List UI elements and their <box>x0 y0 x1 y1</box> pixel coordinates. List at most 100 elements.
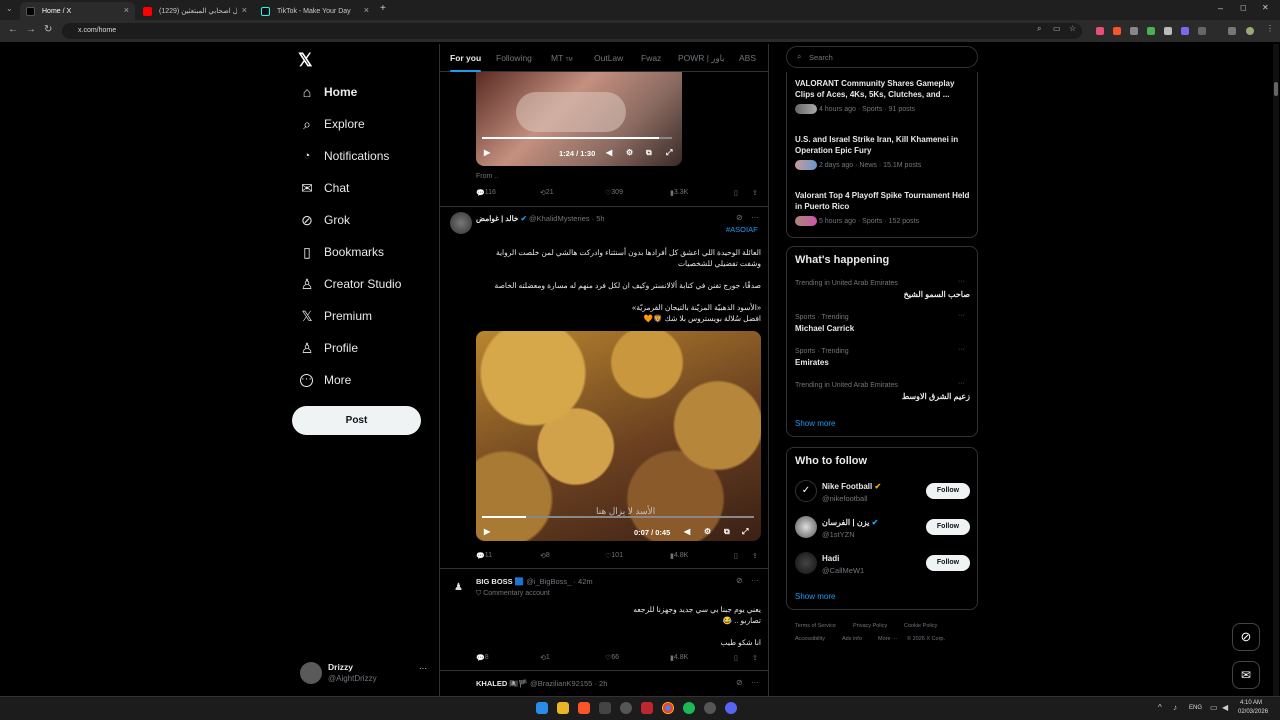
sidebar-icon[interactable] <box>1228 27 1236 35</box>
extension-icon[interactable] <box>1181 27 1189 35</box>
views-button[interactable]: ▮ 3.3K <box>670 189 688 197</box>
repost-button[interactable]: ⟲ 8 <box>540 552 550 560</box>
zoom-icon[interactable]: ⌕ <box>1037 24 1041 34</box>
video-player[interactable]: ▶ 1:24 / 1:30 ◀ ⚙ ⧉ ⤢ <box>476 72 682 166</box>
close-tab-icon[interactable]: × <box>242 5 247 15</box>
clock-time[interactable]: 4:10 AM <box>1240 700 1262 706</box>
show-more-link[interactable]: Show more <box>795 592 835 601</box>
news-title[interactable]: Valorant Top 4 Playoff Spike Tournament … <box>795 190 970 212</box>
trend-name[interactable]: Emirates <box>795 358 829 367</box>
tab-powr[interactable]: POWR | باور <box>678 53 725 64</box>
settings-icon[interactable]: ⚙ <box>626 148 633 157</box>
tab-list-icon[interactable]: ⌄ <box>6 4 13 13</box>
network-icon[interactable]: ▭ <box>1210 703 1218 712</box>
grok-float-icon[interactable]: ⊘ <box>1232 623 1260 651</box>
follow-name[interactable]: Hadi <box>822 554 839 563</box>
account-switcher[interactable]: Drizzy @AightDrizzy ··· <box>296 658 436 688</box>
brave-icon[interactable] <box>578 702 590 714</box>
avatar[interactable] <box>795 552 817 574</box>
messages-float-icon[interactable]: ✉ <box>1232 661 1260 689</box>
app-icon[interactable] <box>620 702 632 714</box>
spotify-icon[interactable] <box>683 702 695 714</box>
more-icon[interactable]: ··· <box>958 346 965 353</box>
tweet-author[interactable]: خالد | غوامض ✔ @KhalidMysteries · 5h <box>476 214 605 223</box>
cast-icon[interactable]: ▭ <box>1053 24 1061 33</box>
discord-icon[interactable] <box>725 702 737 714</box>
tab-fwaz[interactable]: Fwaz <box>641 53 661 63</box>
video-progress-track[interactable] <box>482 516 754 518</box>
volume-icon[interactable]: ◀ <box>1222 703 1228 712</box>
more-icon[interactable]: ··· <box>958 312 965 319</box>
pip-icon[interactable]: ⧉ <box>724 527 730 537</box>
scrollbar-thumb[interactable] <box>1274 82 1278 96</box>
share-icon[interactable]: ⇪ <box>752 654 758 662</box>
reply-button[interactable]: 💬 11 <box>476 552 492 560</box>
volume-icon[interactable]: ◀ <box>684 527 690 536</box>
tab-youtube[interactable]: قنابل اصحابي المبتعثين (1229) .. × <box>137 2 253 20</box>
settings-icon[interactable]: ⚙ <box>704 527 711 536</box>
news-title[interactable]: U.S. and Israel Strike Iran, Kill Khamen… <box>795 134 970 156</box>
like-button[interactable]: ♡ 66 <box>605 654 619 662</box>
follow-button[interactable]: Follow <box>926 519 970 535</box>
forward-icon[interactable]: → <box>26 24 36 35</box>
grok-icon[interactable]: ⊘ <box>736 213 743 222</box>
footer-link[interactable]: Privacy Policy <box>853 623 887 629</box>
extension-icon[interactable] <box>1096 27 1104 35</box>
nav-chat[interactable]: ✉ Chat <box>298 176 349 200</box>
share-icon[interactable]: ⇪ <box>752 552 758 560</box>
nav-profile[interactable]: ♙ Profile <box>298 336 358 360</box>
show-more-link[interactable]: Show more <box>795 419 835 428</box>
tray-chevron-icon[interactable]: ^ <box>1158 703 1162 712</box>
avatar[interactable] <box>795 516 817 538</box>
post-button[interactable]: Post <box>292 406 421 435</box>
trend-name[interactable]: صاحب السمو الشيخ <box>795 290 970 299</box>
follow-button[interactable]: Follow <box>926 483 970 499</box>
extension-icon[interactable] <box>1164 27 1172 35</box>
brave-shield-icon[interactable] <box>1113 27 1121 35</box>
hashtag-link[interactable]: #ASOIAF <box>726 225 758 234</box>
more-icon[interactable]: ··· <box>958 380 965 387</box>
volume-icon[interactable]: ◀ <box>606 148 612 157</box>
like-button[interactable]: ♡ 101 <box>605 552 623 560</box>
views-button[interactable]: ▮ 4.8K <box>670 552 688 560</box>
search-input[interactable]: ⌕ Search <box>786 46 978 68</box>
close-tab-icon[interactable]: × <box>124 5 129 15</box>
more-icon[interactable]: ··· <box>751 576 759 585</box>
reload-icon[interactable]: ↻ <box>44 24 52 35</box>
file-explorer-icon[interactable] <box>557 702 569 714</box>
nav-explore[interactable]: ⌕ Explore <box>298 112 365 136</box>
nav-grok[interactable]: ⊘ Grok <box>298 208 350 232</box>
follow-name-row[interactable]: Nike Football ✔ <box>822 482 881 491</box>
nav-home[interactable]: ⌂ Home <box>298 80 358 104</box>
avatar[interactable] <box>450 212 472 234</box>
app-icon[interactable] <box>641 702 653 714</box>
tweet-author[interactable]: KHALED 🏴‍☠️🏴 @BrazilianK92155 · 2h <box>476 679 607 688</box>
nav-more[interactable]: ··· More <box>298 368 351 392</box>
bookmark-star-icon[interactable]: ☆ <box>1069 24 1076 33</box>
extensions-puzzle-icon[interactable] <box>1198 27 1206 35</box>
tab-mt[interactable]: MT TM <box>551 53 573 63</box>
grok-icon[interactable]: ⊘ <box>736 576 743 585</box>
start-icon[interactable] <box>536 702 548 714</box>
bookmark-icon[interactable]: ▯ <box>734 552 738 560</box>
footer-link[interactable]: Terms of Service <box>795 623 836 629</box>
share-icon[interactable]: ⇪ <box>752 189 758 197</box>
views-button[interactable]: ▮ 4.8K <box>670 654 688 662</box>
extension-icon[interactable] <box>1130 27 1138 35</box>
fullscreen-icon[interactable]: ⤢ <box>666 148 672 158</box>
mic-icon[interactable]: ♪ <box>1173 703 1177 712</box>
follow-button[interactable]: Follow <box>926 555 970 571</box>
nav-notifications[interactable]: ◔ Notifications <box>298 144 390 168</box>
nav-creator-studio[interactable]: ♙ Creator Studio <box>298 272 402 296</box>
more-icon[interactable]: ··· <box>751 678 759 687</box>
play-icon[interactable]: ▶ <box>484 148 490 157</box>
reply-button[interactable]: 💬 8 <box>476 654 489 662</box>
trend-name[interactable]: زعيم الشرق الاوسط <box>795 392 970 401</box>
footer-link[interactable]: Cookie Policy <box>904 623 937 629</box>
fullscreen-icon[interactable]: ⤢ <box>742 527 748 537</box>
clock-date[interactable]: 02/03/2026 <box>1238 709 1268 715</box>
x-logo[interactable]: 𝕏 <box>298 50 313 71</box>
maximize-icon[interactable]: ◻ <box>1240 3 1247 12</box>
tab-home-x[interactable]: Home / X × <box>20 2 135 20</box>
tab-outlaw[interactable]: OutLaw <box>594 53 623 63</box>
